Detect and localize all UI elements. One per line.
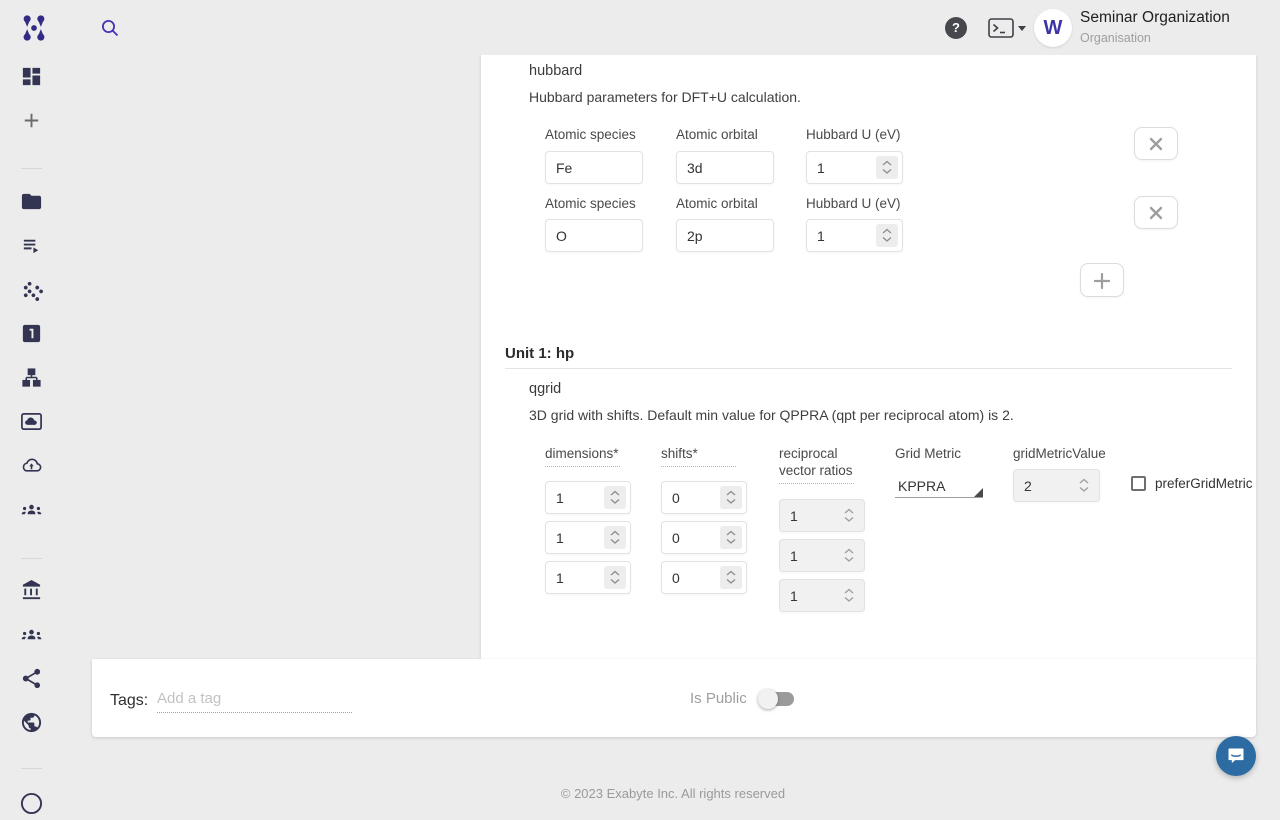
remove-row-button[interactable] (1134, 196, 1178, 229)
number-spinner[interactable] (604, 566, 626, 589)
reciprocal-ratio-input: 1 (779, 499, 865, 532)
is-public-toggle[interactable] (760, 692, 794, 706)
reciprocal-label-line2: vector ratios (779, 463, 854, 484)
top-bar: ? W Seminar Organization Organisation (0, 0, 1280, 55)
shifts-label: shifts* (661, 446, 736, 467)
number-spinner[interactable] (720, 526, 742, 549)
dimension-input[interactable]: 1 (545, 521, 631, 554)
add-icon[interactable] (20, 109, 43, 132)
atomic-species-label: Atomic species (545, 127, 636, 142)
sidebar-divider (21, 768, 42, 769)
organization-avatar[interactable]: W (1034, 9, 1072, 47)
workflows-playlist-icon[interactable] (20, 234, 43, 257)
remove-row-button[interactable] (1134, 127, 1178, 160)
prefer-grid-metric-checkbox[interactable] (1131, 476, 1146, 491)
schema-icon[interactable] (20, 367, 43, 390)
app-logo-icon[interactable] (18, 12, 50, 44)
bank-icon[interactable] (20, 579, 43, 602)
cloud-upload-icon[interactable] (20, 454, 43, 477)
hubbard-u-input[interactable]: 1 (806, 219, 903, 252)
organization-type: Organisation (1080, 31, 1230, 45)
number-spinner[interactable] (720, 566, 742, 589)
number-spinner (838, 504, 860, 527)
number-spinner[interactable] (604, 526, 626, 549)
console-menu-icon[interactable] (988, 18, 1026, 38)
groups-icon[interactable] (20, 623, 43, 646)
sidebar-divider (21, 168, 42, 169)
atomic-species-input[interactable] (545, 151, 643, 184)
search-icon[interactable] (98, 16, 122, 40)
number-spinner (1073, 474, 1095, 497)
grid-metric-select[interactable]: KPPRA (898, 478, 945, 494)
qgrid-section-description: 3D grid with shifts. Default min value f… (529, 407, 1014, 423)
cloud-frame-icon[interactable] (20, 410, 43, 433)
hubbard-u-label: Hubbard U (eV) (806, 127, 901, 142)
select-dropdown-arrow-icon[interactable] (974, 488, 983, 497)
tags-label: Tags: (110, 692, 148, 710)
shift-input[interactable]: 0 (661, 561, 747, 594)
add-tag-input[interactable] (157, 685, 352, 713)
dimensions-label: dimensions* (545, 446, 620, 467)
chevron-down-icon (1018, 26, 1026, 31)
number-spinner[interactable] (604, 486, 626, 509)
atomic-orbital-input[interactable] (676, 151, 774, 184)
organization-name: Seminar Organization (1080, 9, 1230, 27)
help-icon[interactable]: ? (945, 17, 967, 39)
groups-icon[interactable] (20, 498, 43, 521)
atomic-orbital-input[interactable] (676, 219, 774, 252)
select-underline (895, 497, 983, 498)
dimension-input[interactable]: 1 (545, 561, 631, 594)
grid-metric-value-input: 2 (1013, 469, 1100, 502)
left-sidebar (0, 55, 63, 800)
qgrid-section-title: qgrid (529, 381, 561, 397)
shift-input[interactable]: 0 (661, 481, 747, 514)
reciprocal-label-line1: reciprocal (779, 446, 838, 461)
copyright-text: © 2023 Exabyte Inc. All rights reserved (90, 786, 1256, 801)
prefer-grid-metric-label: preferGridMetric (1155, 476, 1253, 491)
grid-metric-label: Grid Metric (895, 446, 961, 461)
atomic-orbital-label: Atomic orbital (676, 127, 758, 142)
tags-footer-bar: Tags: Is Public (92, 659, 1256, 737)
share-icon[interactable] (20, 667, 43, 690)
dashboard-icon[interactable] (20, 65, 43, 88)
sidebar-divider (21, 558, 42, 559)
hubbard-section-title: hubbard (529, 63, 582, 79)
grid-metric-value-label: gridMetricValue (1013, 446, 1106, 461)
atomic-species-input[interactable] (545, 219, 643, 252)
hubbard-u-label: Hubbard U (eV) (806, 196, 901, 211)
hubbard-section-description: Hubbard parameters for DFT+U calculation… (529, 89, 801, 105)
chat-bubble-button[interactable] (1216, 736, 1256, 776)
number-spinner[interactable] (876, 156, 898, 179)
number-spinner (838, 584, 860, 607)
atomic-species-label: Atomic species (545, 196, 636, 211)
organization-switcher[interactable]: Seminar Organization Organisation (1080, 9, 1230, 45)
workflow-unit-panel: hubbard Hubbard parameters for DFT+U cal… (481, 55, 1256, 659)
number-spinner (838, 544, 860, 567)
dimension-input[interactable]: 1 (545, 481, 631, 514)
looks-one-icon[interactable] (20, 322, 43, 345)
hubbard-u-input[interactable]: 1 (806, 151, 903, 184)
globe-icon[interactable] (20, 711, 43, 734)
reciprocal-ratio-input: 1 (779, 539, 865, 572)
unit-title: Unit 1: hp (505, 345, 574, 362)
toggle-thumb (758, 689, 778, 709)
reciprocal-ratio-input: 1 (779, 579, 865, 612)
folder-icon[interactable] (20, 190, 43, 213)
materials-grain-icon[interactable] (20, 278, 43, 301)
number-spinner[interactable] (720, 486, 742, 509)
section-divider (505, 368, 1232, 369)
add-row-button[interactable] (1080, 263, 1124, 297)
atomic-orbital-label: Atomic orbital (676, 196, 758, 211)
shift-input[interactable]: 0 (661, 521, 747, 554)
number-spinner[interactable] (876, 224, 898, 247)
globe-partial-icon[interactable] (20, 792, 43, 815)
is-public-label: Is Public (690, 690, 747, 707)
